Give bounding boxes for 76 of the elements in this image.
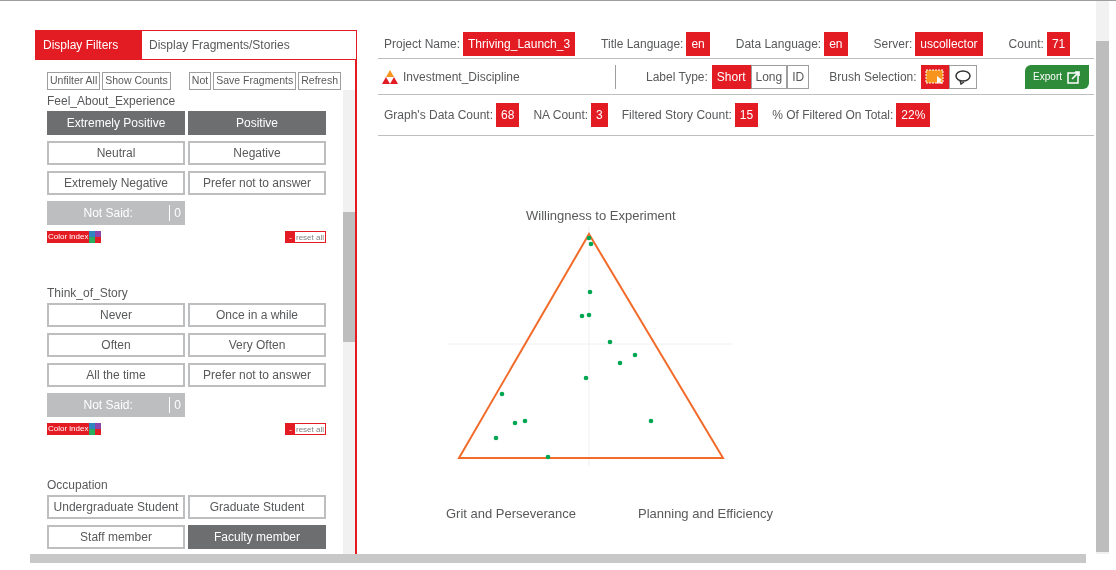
rectangle-select-button[interactable]	[920, 64, 949, 89]
reset-label: reset all	[295, 423, 325, 435]
horizontal-scrollbar[interactable]	[30, 554, 1086, 563]
not-said-label: Not Said:	[82, 397, 134, 414]
triangle-logo-icon	[382, 69, 398, 84]
lasso-tool-button[interactable]	[948, 64, 977, 89]
not-said-count: 0	[169, 205, 185, 221]
filter-title: Feel_About_Experience	[47, 93, 177, 109]
reset-all-button[interactable]: - reset all	[285, 231, 326, 243]
field-label: Count:	[1008, 36, 1044, 53]
value-badge: 68	[496, 103, 520, 127]
value-badge: en	[686, 32, 710, 56]
not-said-count: 0	[169, 397, 185, 413]
filter-option[interactable]: Never	[47, 303, 185, 327]
filter-option[interactable]: Undergraduate Student	[47, 495, 185, 519]
axis-label: Grit and Perseverance	[446, 505, 577, 523]
toolbar-button[interactable]: Save Fragments	[213, 72, 297, 90]
filter-option[interactable]: Neutral	[47, 141, 185, 165]
label-type-option[interactable]: Long	[750, 64, 788, 89]
export-icon	[1067, 69, 1081, 84]
not-said-label: Not Said:	[82, 205, 134, 222]
field-label: Graph's Data Count:	[384, 107, 493, 124]
value-badge: 71	[1046, 32, 1071, 56]
value-badge: en	[824, 32, 848, 56]
filter-option[interactable]: Very Often	[188, 333, 326, 357]
label-type-label: Label Type:	[646, 68, 708, 86]
selection-rectangle-icon	[924, 68, 945, 85]
axis-label: Planning and Efficiency	[638, 505, 773, 523]
value-badge: 15	[734, 103, 759, 127]
field-label: % Of Filtered On Total:	[772, 107, 894, 124]
filter-option[interactable]: Extremely Positive	[47, 111, 185, 135]
field-label: Data Language:	[735, 36, 822, 53]
field-label: Title Language:	[601, 36, 684, 53]
reset-all-button[interactable]: - reset all	[285, 423, 326, 435]
value-badge: 3	[591, 103, 608, 127]
filter-option[interactable]: Negative	[188, 141, 326, 165]
export-button[interactable]: Export	[1025, 64, 1089, 89]
filter-option[interactable]: All the time	[47, 363, 185, 387]
color-grid-icon	[89, 423, 102, 435]
label-type-option[interactable]: Short	[711, 64, 751, 89]
toolbar-button[interactable]: Not	[188, 72, 212, 90]
color-index-label[interactable]: Color index	[47, 231, 90, 243]
filter-title: Occupation	[47, 477, 109, 493]
value-badge: 22%	[896, 103, 931, 127]
label-type-option[interactable]: ID	[787, 64, 810, 89]
panel-tab[interactable]: Display Filters	[36, 31, 142, 59]
minus-mark: -	[286, 424, 295, 434]
filter-option[interactable]: Prefer not to answer	[188, 171, 326, 195]
filter-option[interactable]: Staff member	[47, 525, 185, 549]
minus-mark: -	[286, 232, 295, 242]
field-label: NA Count:	[533, 107, 589, 124]
scrollbar-thumb[interactable]	[343, 212, 355, 342]
value-badge: Thriving_Launch_3	[463, 32, 576, 56]
value-badge: uscollector	[915, 32, 983, 56]
field-label: Project Name:	[384, 36, 461, 53]
lasso-icon	[953, 68, 972, 85]
brush-selection-label: Brush Selection:	[829, 68, 917, 86]
field-label: Server:	[873, 36, 913, 53]
reset-label: reset all	[295, 231, 325, 243]
color-grid-icon	[89, 231, 102, 243]
axis-label: Willingness to Experiment	[526, 207, 676, 225]
filter-title: Think_of_Story	[47, 285, 129, 301]
toolbar-button[interactable]: Show Counts	[102, 72, 171, 90]
filter-option[interactable]: Prefer not to answer	[188, 363, 326, 387]
filter-option[interactable]: Faculty member	[188, 525, 326, 549]
toolbar-button[interactable]: Unfilter All	[47, 72, 101, 90]
color-index-label[interactable]: Color index	[47, 423, 90, 435]
toolbar-button[interactable]: Refresh	[298, 72, 341, 90]
filter-option[interactable]: Once in a while	[188, 303, 326, 327]
filter-option[interactable]: Graduate Student	[188, 495, 326, 519]
filter-option[interactable]: Often	[47, 333, 185, 357]
field-label: Filtered Story Count:	[621, 107, 732, 124]
graph-title: Investment_Discipline	[403, 68, 521, 86]
filter-option[interactable]: Extremely Negative	[47, 171, 185, 195]
scrollbar-track[interactable]	[343, 90, 355, 554]
filter-option[interactable]: Positive	[188, 111, 326, 135]
